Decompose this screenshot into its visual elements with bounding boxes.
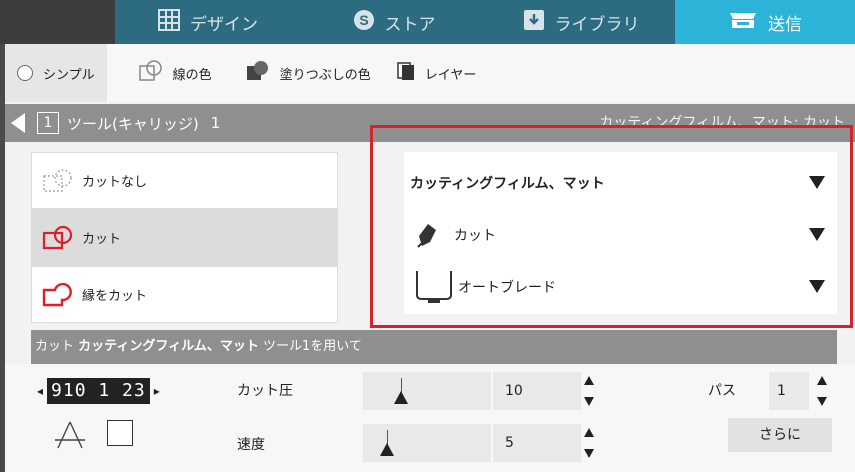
store-s-icon: S (353, 9, 375, 36)
mode-simple-label: シンプル (43, 67, 95, 83)
speed-input[interactable]: 5 (493, 424, 581, 462)
cut-info-bar: カット カッティングフィルム、マット ツール1を用いて (31, 330, 837, 364)
tab-send[interactable]: 送信 (675, 0, 855, 44)
cut-style-list: カットなし カット 縁をカット (31, 152, 338, 324)
cut-icon (42, 225, 73, 249)
dropdown-caret-icon (809, 228, 825, 241)
more-settings-button[interactable]: さらに (728, 418, 832, 452)
tab-send-label: 送信 (768, 14, 802, 35)
cut-option-cut-label: カット (82, 232, 122, 247)
media-select[interactable]: カッティングフィルム、マット (410, 158, 825, 208)
tool-header-count: 1 (210, 114, 221, 132)
tab-store[interactable]: S ストア (301, 0, 487, 44)
line-color-icon (138, 60, 165, 86)
passes-label: パス (708, 383, 736, 399)
no-cut-icon (43, 168, 72, 192)
blade-depth-preview[interactable]: ◂ 910 1 23 ▸ (33, 378, 164, 404)
grid-icon (158, 8, 180, 36)
square-outline-icon[interactable] (107, 420, 133, 446)
force-input[interactable]: 10 (493, 372, 581, 410)
edge-cut-icon (42, 282, 72, 306)
tab-library[interactable]: ライブラリ (487, 0, 675, 44)
force-stepper[interactable] (583, 376, 595, 406)
cut-option-cut[interactable]: カット (31, 209, 338, 266)
tool-select[interactable]: オートブレード (410, 262, 825, 312)
mode-fill-color[interactable]: 塗りつぶしの色 (234, 44, 383, 102)
tab-store-label: ストア (384, 14, 436, 35)
mode-layer[interactable]: レイヤー (383, 44, 489, 102)
tool-number-box: 1 (37, 112, 59, 134)
cut-option-edge[interactable]: 縁をカット (31, 266, 338, 323)
tool-header: 1 ツール(キャリッジ) 1 カッティングフィルム、マット: カット (5, 104, 855, 142)
tab-design-label: デザイン (190, 14, 258, 35)
cut-option-none-label: カットなし (82, 175, 148, 190)
speed-slider[interactable] (363, 424, 491, 462)
top-tab-bar: デザイン S ストア ライブラリ 送信 (0, 0, 855, 44)
left-arrow-icon: ◂ (37, 384, 44, 398)
force-slider-thumb[interactable] (394, 391, 408, 404)
cut-settings: ◂ 910 1 23 ▸ カット圧 10 パス 1 速度 5 さらに (5, 364, 855, 472)
mode-bar: シンプル 線の色 塗りつぶしの色 レイヤー (5, 44, 855, 102)
topbar-left-strip (0, 0, 115, 44)
blade-depth-digits: 910 1 23 (47, 378, 150, 404)
layer-icon (395, 60, 417, 86)
right-arrow-icon: ▸ (153, 384, 160, 398)
info-prefix: カット (35, 339, 75, 354)
tripod-icon (53, 418, 87, 456)
material-settings: カッティングフィルム、マット カット オートブレード (404, 152, 837, 314)
force-slider[interactable] (363, 372, 491, 410)
info-suffix: ツール1を用いて (263, 339, 362, 354)
autoblade-icon (416, 271, 452, 303)
action-select[interactable]: カット (410, 210, 825, 260)
dropdown-caret-icon (809, 176, 825, 189)
media-select-value: カッティングフィルム、マット (410, 176, 605, 192)
cut-option-none[interactable]: カットなし (31, 152, 338, 209)
tab-library-label: ライブラリ (554, 14, 640, 35)
mode-line-color-label: 線の色 (172, 67, 212, 83)
passes-input[interactable]: 1 (769, 372, 809, 410)
tool-content: カットなし カット 縁をカット カッティングフィルム、マット カット オートブレ… (5, 142, 855, 330)
dropdown-caret-icon (809, 280, 825, 293)
radio-icon (17, 65, 33, 81)
mode-simple[interactable]: シンプル (5, 44, 107, 102)
speed-label: 速度 (237, 437, 265, 453)
tool-header-summary: カッティングフィルム、マット: カット (599, 115, 845, 131)
svg-text:S: S (359, 12, 368, 28)
cutter-icon (728, 9, 758, 36)
passes-stepper[interactable] (816, 376, 828, 406)
fill-color-icon (246, 60, 272, 86)
blade-icon (417, 224, 436, 248)
mode-line-color[interactable]: 線の色 (127, 44, 224, 102)
tool-select-value: オートブレード (458, 280, 556, 296)
download-icon (523, 9, 545, 36)
action-select-value: カット (454, 228, 496, 244)
collapse-arrow-icon[interactable] (11, 113, 25, 133)
speed-stepper[interactable] (583, 428, 595, 458)
info-material: カッティングフィルム、マット (78, 339, 259, 354)
tab-design[interactable]: デザイン (115, 0, 301, 44)
tool-header-title: ツール(キャリッジ) (67, 114, 199, 133)
speed-slider-thumb[interactable] (380, 443, 394, 456)
mode-layer-label: レイヤー (424, 67, 477, 83)
mode-fill-color-label: 塗りつぶしの色 (279, 67, 371, 83)
send-panel: シンプル 線の色 塗りつぶしの色 レイヤー 1 ツール(キャリッジ) 1 カッテ… (5, 44, 855, 472)
cut-option-edge-label: 縁をカット (82, 289, 148, 304)
force-label: カット圧 (237, 383, 293, 399)
